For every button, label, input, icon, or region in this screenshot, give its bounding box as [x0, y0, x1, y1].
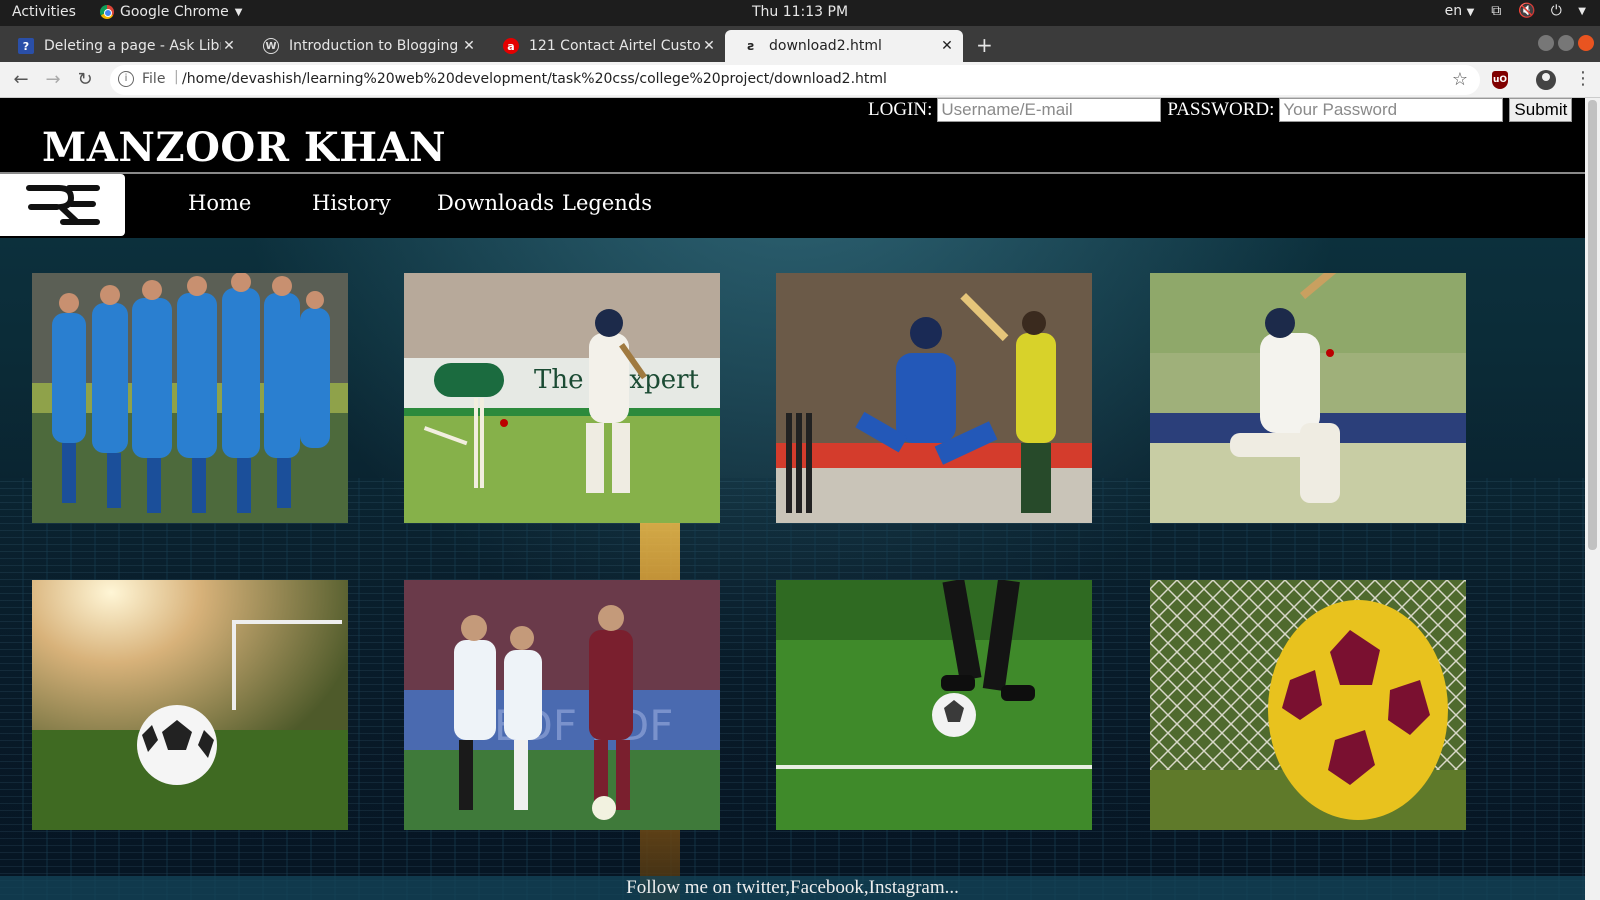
- page-scrollbar[interactable]: [1585, 98, 1600, 900]
- close-icon[interactable]: ✕: [939, 38, 955, 54]
- airtel-icon: a: [503, 38, 519, 54]
- photo-football-on-grass[interactable]: [32, 580, 348, 830]
- tab-blogging[interactable]: W Introduction to Blogging ✕: [245, 30, 485, 62]
- info-icon[interactable]: i: [118, 71, 134, 87]
- wordpress-icon: W: [263, 38, 279, 54]
- tab-airtel[interactable]: a 121 Contact Airtel Custon ✕: [485, 30, 725, 62]
- volume-muted-icon[interactable]: 🔇: [1518, 3, 1535, 19]
- ask-library-icon: ?: [18, 38, 34, 54]
- photo-cricket-team-celebration[interactable]: [32, 273, 348, 523]
- photo-yellow-football-net[interactable]: [1150, 580, 1466, 830]
- password-input[interactable]: [1279, 98, 1504, 122]
- reload-icon[interactable]: ↻: [74, 69, 96, 91]
- url-separator: |: [174, 69, 179, 85]
- page-viewport: MANZOOR KHAN LOGIN: PASSWORD: Submit Hom…: [0, 98, 1585, 900]
- language-label: en: [1444, 3, 1463, 19]
- maximize-icon[interactable]: [1558, 35, 1574, 51]
- os-top-bar: Activities Google Chrome ▼ Thu 11:13 PM …: [0, 0, 1600, 26]
- forward-arrow-icon[interactable]: →: [42, 69, 64, 91]
- photo-football-player-feet[interactable]: [776, 580, 1092, 830]
- back-arrow-icon[interactable]: ←: [10, 69, 32, 91]
- close-icon[interactable]: ✕: [701, 38, 717, 54]
- chevron-down-icon: ▼: [1466, 7, 1475, 18]
- login-form: LOGIN: PASSWORD: Submit: [868, 98, 1573, 122]
- url-text[interactable]: /home/devashish/learning%20web%20develop…: [182, 71, 887, 87]
- scrollbar-thumb[interactable]: [1588, 100, 1597, 550]
- tab-title: Deleting a page - Ask Libr: [44, 38, 221, 54]
- browser-toolbar: ← → ↻ i File | /home/devashish/learning%…: [0, 62, 1600, 98]
- profile-icon[interactable]: [1536, 70, 1556, 90]
- nav-history[interactable]: History: [312, 191, 391, 215]
- photo-cricket-batsman-shot[interactable]: [776, 273, 1092, 523]
- network-icon[interactable]: ⧉: [1488, 3, 1504, 19]
- close-icon[interactable]: ✕: [221, 38, 237, 54]
- more-menu-icon[interactable]: ⋮: [1574, 68, 1592, 89]
- new-tab-button[interactable]: +: [976, 33, 993, 57]
- main-nav: Home History Downloads Legends: [0, 174, 1585, 238]
- page-footer: Follow me on twitter,Facebook,Instagram.…: [0, 876, 1585, 900]
- username-input[interactable]: [937, 98, 1162, 122]
- activities-button[interactable]: Activities: [12, 4, 76, 20]
- site-logo[interactable]: [0, 174, 125, 236]
- page-logo-icon: ꙅ: [747, 39, 755, 53]
- app-name: Google Chrome: [120, 4, 229, 20]
- bookmark-star-icon[interactable]: ☆: [1452, 69, 1468, 90]
- nav-home[interactable]: Home: [188, 191, 251, 215]
- site-header: MANZOOR KHAN LOGIN: PASSWORD: Submit Hom…: [0, 98, 1585, 238]
- tab-download2[interactable]: ꙅ download2.html ✕: [725, 30, 963, 62]
- window-close-icon[interactable]: [1578, 35, 1594, 51]
- tab-title: 121 Contact Airtel Custon: [529, 38, 701, 54]
- chrome-icon: [100, 5, 114, 19]
- re-logo-icon: [25, 185, 100, 225]
- language-indicator[interactable]: en ▼: [1445, 3, 1475, 19]
- address-bar[interactable]: i File | /home/devashish/learning%20web%…: [110, 65, 1480, 95]
- chevron-down-icon: ▼: [234, 6, 243, 18]
- app-menu[interactable]: Google Chrome ▼: [100, 4, 242, 20]
- close-icon[interactable]: ✕: [461, 38, 477, 54]
- power-icon[interactable]: ⏻: [1548, 3, 1564, 19]
- photo-cricket-batsman-kneeling[interactable]: [1150, 273, 1466, 523]
- photo-cricket-batsman-bowled[interactable]: The t Expert: [404, 273, 720, 523]
- window-controls: [1538, 35, 1594, 51]
- password-label: PASSWORD:: [1167, 99, 1275, 120]
- chevron-down-icon[interactable]: ▼: [1578, 6, 1586, 17]
- nav-legends[interactable]: Legends: [562, 191, 652, 215]
- tab-ask-library[interactable]: ? Deleting a page - Ask Libr ✕: [0, 30, 245, 62]
- tab-title: download2.html: [769, 38, 882, 54]
- ublock-extension-icon[interactable]: uO: [1492, 71, 1508, 89]
- tab-title: Introduction to Blogging: [289, 38, 459, 54]
- tab-strip: ? Deleting a page - Ask Libr ✕ W Introdu…: [0, 26, 1600, 62]
- photo-womens-football-match[interactable]: EDF EDF: [404, 580, 720, 830]
- minimize-icon[interactable]: [1538, 35, 1554, 51]
- nav-downloads[interactable]: Downloads: [437, 191, 554, 215]
- url-scheme: File: [142, 71, 166, 87]
- submit-button[interactable]: Submit: [1509, 98, 1573, 122]
- site-brand: MANZOOR KHAN: [42, 124, 447, 171]
- system-tray[interactable]: en ▼ ⧉ 🔇 ⏻ ▼: [1445, 3, 1586, 19]
- login-label: LOGIN:: [868, 99, 933, 120]
